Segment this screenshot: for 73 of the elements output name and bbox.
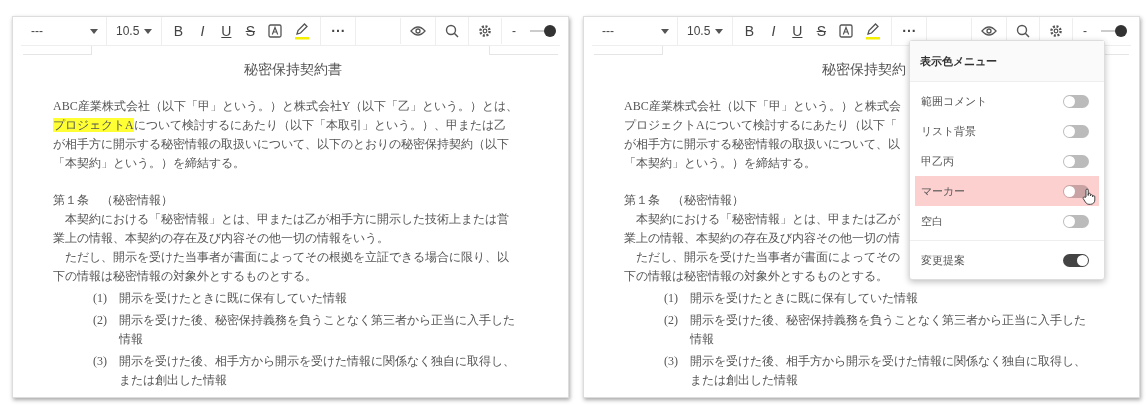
list-item-text: 開示を受けた後、相手方から開示を受けた情報に関係なく独自に取得し、	[119, 353, 515, 370]
menu-item[interactable]: 空白	[915, 206, 1099, 236]
text-line: 本契約における「秘密情報」とは、甲または乙が	[636, 211, 900, 228]
item-number: (3)	[93, 353, 108, 370]
format-button[interactable]: U	[216, 17, 237, 45]
slider-thumb[interactable]	[544, 25, 556, 37]
caret-icon	[90, 28, 98, 34]
toggle-switch[interactable]	[1063, 154, 1089, 168]
toggle-switch[interactable]	[1063, 94, 1089, 108]
menu-item[interactable]: 変更提案	[915, 245, 1099, 275]
toggle-switch[interactable]	[1063, 253, 1089, 267]
hand-cursor-icon	[1082, 188, 1096, 205]
list-item-text: 開示を受けた後、秘密保持義務を負うことなく第三者から正当に入手した	[690, 312, 1086, 329]
font-size-dropdown[interactable]: 10.5	[107, 17, 163, 45]
format-button[interactable]: S	[240, 17, 261, 45]
highlighter-pen-icon[interactable]	[865, 22, 882, 40]
text-line: 「本契約」という。）を締結する。	[53, 155, 245, 172]
text-line: 下の情報は秘密情報の対象外とするものとする。	[53, 268, 317, 285]
text-line: 下の情報は秘密情報の対象外とするものとする。	[624, 268, 888, 285]
article-heading: 第１条 （秘密情報）	[624, 192, 744, 209]
toggle-switch[interactable]	[1063, 214, 1089, 228]
caret-icon	[661, 28, 669, 34]
text-line: プロジェクトAについて検討するにあたり（以下「	[624, 117, 897, 134]
menu-item[interactable]: 範囲コメント	[915, 86, 1099, 116]
caret-icon	[144, 28, 153, 34]
format-button[interactable]: B	[739, 17, 760, 45]
item-number: (3)	[664, 353, 679, 370]
text-line: が相手方に開示する秘密情報の取扱いについて、以下のとおりの秘密保持契約（以下	[53, 136, 509, 153]
text-line: 「本契約」という。）を締結する。	[624, 155, 816, 172]
list-item-text: 開示を受けた後、相手方から開示を受けた情報に関係なく独自に取得し、	[690, 353, 1086, 370]
list-item-text: または創出した情報	[690, 372, 798, 389]
item-number: (2)	[664, 312, 679, 329]
format-button[interactable]: I	[763, 17, 784, 45]
list-item-text: 情報	[119, 331, 143, 348]
format-button[interactable]: S	[811, 17, 832, 45]
text-box-icon[interactable]	[839, 24, 854, 38]
text-line: 本契約における「秘密情報」とは、甲または乙が相手方に開示した技術上または営	[65, 211, 509, 228]
document-title: 秘密保持契約	[821, 61, 906, 79]
list-item-text: 開示を受けたときに既に保有していた情報	[119, 290, 347, 307]
style-dropdown[interactable]: ---	[592, 17, 678, 45]
caret-icon	[715, 28, 724, 34]
more-button[interactable]: ···	[321, 17, 357, 45]
list-item-text: 情報	[690, 331, 714, 348]
menu-title: 表示色メニュー	[920, 53, 997, 69]
text-line: 業上の情報、本契約の存在及び内容その他一切の情	[624, 230, 900, 247]
format-button[interactable]: I	[192, 17, 213, 45]
highlighter-pen-icon[interactable]	[294, 22, 311, 40]
zoom-out-label: -	[501, 18, 522, 44]
list-item-text: 開示を受けたときに既に保有していた情報	[690, 290, 918, 307]
menu-item[interactable]: 甲乙丙	[915, 146, 1099, 176]
menu-item[interactable]: リスト背景	[915, 116, 1099, 146]
text-line: ただし、開示を受けた当事者が書面によってその根拠を立証できる場合に限り、以	[65, 249, 509, 266]
format-button[interactable]: B	[168, 17, 189, 45]
document-title: 秘密保持契約書	[243, 61, 342, 79]
slider-thumb[interactable]	[1115, 25, 1127, 37]
font-size-dropdown[interactable]: 10.5	[678, 17, 734, 45]
text-line: 業上の情報、本契約の存在及び内容その他一切の情報をいう。	[53, 230, 389, 247]
text-box-icon[interactable]	[268, 24, 283, 38]
item-number: (1)	[664, 290, 679, 307]
toggle-switch[interactable]	[1063, 124, 1089, 138]
text-line: ただし、開示を受けた当事者が書面によってその	[636, 249, 900, 266]
item-number: (2)	[93, 312, 108, 329]
text-line: ABC産業株式会社（以下「甲」という。）と株式会社Y（以下「乙」という。）とは、	[53, 98, 519, 115]
text-line: ABC産業株式会社（以下「甲」という。）と株式会	[624, 98, 901, 115]
menu-item[interactable]: マーカー	[915, 176, 1099, 206]
article-heading: 第１条 （秘密情報）	[53, 192, 173, 209]
list-item-text: または創出した情報	[119, 372, 227, 389]
style-dropdown[interactable]: ---	[21, 17, 107, 45]
format-button[interactable]: U	[787, 17, 808, 45]
toggle-switch[interactable]	[1063, 184, 1089, 198]
text-line: が相手方に開示する秘密情報の取扱いについて、以	[624, 136, 900, 153]
item-number: (1)	[93, 290, 108, 307]
list-item-text: 開示を受けた後、秘密保持義務を負うことなく第三者から正当に入手した	[119, 312, 515, 329]
